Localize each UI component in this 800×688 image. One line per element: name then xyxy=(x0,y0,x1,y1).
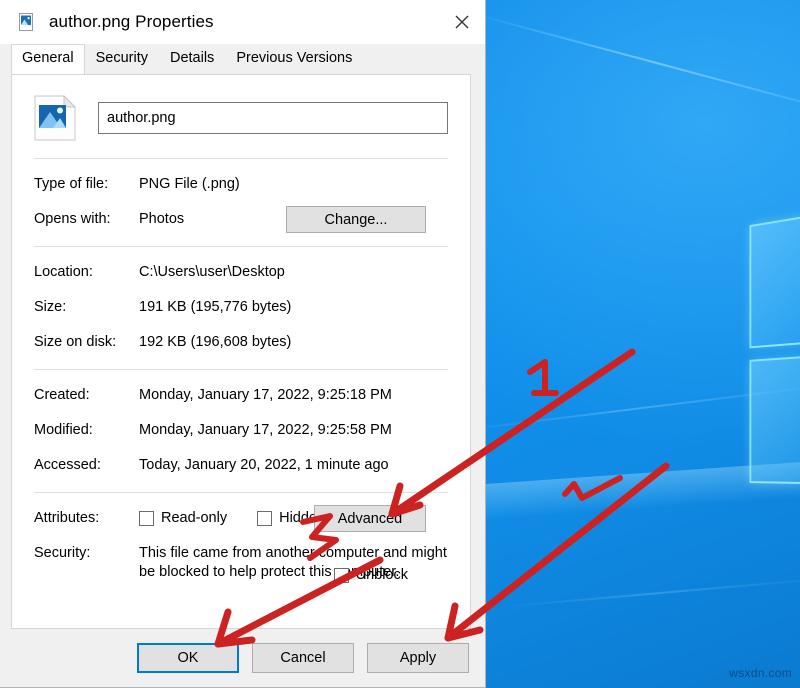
wallpaper-streak xyxy=(470,12,800,123)
divider xyxy=(34,369,448,370)
apply-button[interactable]: Apply xyxy=(367,643,469,673)
picture-file-icon xyxy=(17,12,37,32)
row-value: Today, January 20, 2022, 1 minute ago xyxy=(139,456,448,475)
unblock-checkbox[interactable]: Unblock xyxy=(334,566,408,585)
divider xyxy=(34,158,448,159)
file-name-row xyxy=(34,95,448,141)
row-label: Location: xyxy=(34,263,139,282)
tab-general[interactable]: General xyxy=(11,44,85,74)
row-label: Created: xyxy=(34,386,139,405)
ok-button[interactable]: OK xyxy=(137,643,239,673)
divider xyxy=(34,492,448,493)
row-security: Security: This file came from another co… xyxy=(34,544,448,582)
change-button[interactable]: Change... xyxy=(286,206,426,233)
attributes-label: Attributes: xyxy=(34,509,139,528)
file-properties-dialog: author.png Properties General Security D… xyxy=(0,0,486,688)
checkbox-box xyxy=(257,511,272,526)
row-label: Accessed: xyxy=(34,456,139,475)
divider xyxy=(34,246,448,247)
row-size-on-disk: Size on disk: 192 KB (196,608 bytes) xyxy=(34,333,448,352)
title-bar: author.png Properties xyxy=(0,0,485,44)
site-watermark: wsxdn.com xyxy=(729,666,792,680)
checkbox-box xyxy=(334,568,349,583)
row-type-of-file: Type of file: PNG File (.png) xyxy=(34,175,448,194)
dialog-footer: OK Cancel Apply xyxy=(0,629,485,687)
tab-previous-versions[interactable]: Previous Versions xyxy=(225,44,363,74)
cancel-button[interactable]: Cancel xyxy=(252,643,354,673)
general-tab-panel: Type of file: PNG File (.png) Opens with… xyxy=(11,74,471,629)
unblock-label: Unblock xyxy=(356,566,408,585)
row-created: Created: Monday, January 17, 2022, 9:25:… xyxy=(34,386,448,405)
readonly-checkbox[interactable]: Read-only xyxy=(139,509,227,528)
tab-bar: General Security Details Previous Versio… xyxy=(0,44,485,74)
logo-quadrant xyxy=(750,216,800,348)
tab-details[interactable]: Details xyxy=(159,44,225,74)
row-location: Location: C:\Users\user\Desktop xyxy=(34,263,448,282)
readonly-label: Read-only xyxy=(161,509,227,528)
row-modified: Modified: Monday, January 17, 2022, 9:25… xyxy=(34,421,448,440)
wallpaper-streak xyxy=(500,576,800,608)
advanced-button[interactable]: Advanced xyxy=(314,505,426,532)
row-value: PNG File (.png) xyxy=(139,175,448,194)
security-label: Security: xyxy=(34,544,139,563)
row-label: Size on disk: xyxy=(34,333,139,352)
row-accessed: Accessed: Today, January 20, 2022, 1 min… xyxy=(34,456,448,475)
row-value: 192 KB (196,608 bytes) xyxy=(139,333,448,352)
checkbox-box xyxy=(139,511,154,526)
row-value: Monday, January 17, 2022, 9:25:58 PM xyxy=(139,421,448,440)
logo-quadrant xyxy=(750,356,800,484)
row-attributes: Attributes: Read-only Hidden Advanced xyxy=(34,509,448,528)
row-label: Size: xyxy=(34,298,139,317)
file-name-input[interactable] xyxy=(98,102,448,134)
tab-security[interactable]: Security xyxy=(85,44,159,74)
windows-logo-pane-icon xyxy=(750,206,800,489)
row-label: Opens with: xyxy=(34,210,139,229)
row-value: C:\Users\user\Desktop xyxy=(139,263,448,282)
row-label: Modified: xyxy=(34,421,139,440)
wallpaper-streak xyxy=(455,381,800,432)
row-label: Type of file: xyxy=(34,175,139,194)
close-icon[interactable] xyxy=(439,0,485,44)
picture-file-icon xyxy=(34,95,76,141)
row-value: Monday, January 17, 2022, 9:25:18 PM xyxy=(139,386,448,405)
window-title: author.png Properties xyxy=(49,12,214,32)
row-size: Size: 191 KB (195,776 bytes) xyxy=(34,298,448,317)
row-value: 191 KB (195,776 bytes) xyxy=(139,298,448,317)
row-opens-with: Opens with: Photos Change... xyxy=(34,210,448,229)
